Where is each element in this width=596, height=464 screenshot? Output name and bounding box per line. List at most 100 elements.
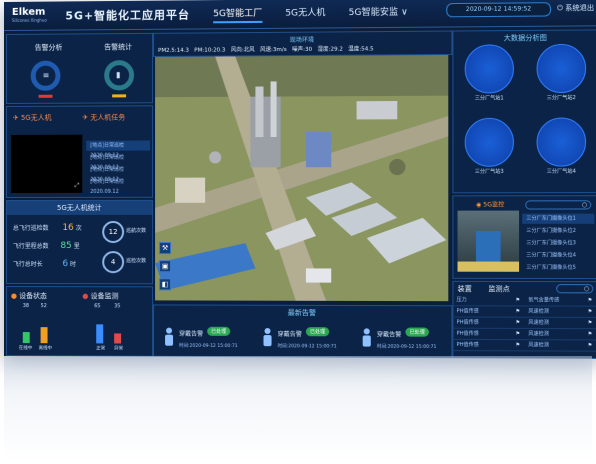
alarm-title: 最新告警 — [287, 308, 317, 318]
camera-item[interactable]: 三分厂东门摄像头位4 — [522, 250, 594, 260]
nav-safety[interactable]: 5G智能安监 ∨ — [349, 7, 408, 18]
task-item[interactable]: [地点]日常巡检2020.09.12 — [86, 177, 150, 195]
top-header: Elkem Silicones Xinghuo 5G+智能化工应用平台 5G智能… — [4, 0, 596, 32]
alarm-stats-panel: 告警分析 告警统计 ≡ ▮ — [5, 32, 154, 104]
point-label: 风速检测 — [528, 342, 549, 349]
alarm-analysis-title: 告警分析 — [34, 43, 63, 52]
logo-text: Elkem — [11, 6, 46, 18]
yellow-legend — [112, 94, 127, 98]
point-item[interactable]: PH值传感 ⚑ — [452, 339, 525, 352]
alarm-count-title: 告警统计 — [104, 43, 133, 52]
stat-label: 飞行里程总数 — [12, 243, 49, 251]
point-item[interactable]: 氧气含量传感 ⚑ — [524, 295, 596, 307]
point-item[interactable]: 风速检测 ⚑ — [524, 340, 596, 352]
point-item[interactable]: PH值传感 ⚑ — [452, 306, 525, 318]
point-search[interactable]: ○ — [556, 284, 594, 294]
device-status-title: ● 设备状态 — [11, 291, 47, 301]
radar-chart[interactable]: 三分厂气站1 — [464, 44, 514, 102]
task-item[interactable]: [地点]日常巡检2020.09.12 — [86, 165, 150, 183]
radar-chart[interactable]: 三分厂气站3 — [464, 117, 514, 175]
drone-header: ✈ 5G无人机 — [12, 113, 52, 122]
camera-tool-icon[interactable]: ▣ — [159, 260, 172, 273]
status-value-online: 38 — [22, 303, 30, 310]
alarm-type: 穿戴告警 — [277, 331, 302, 339]
point-item[interactable]: 风速检测 ⚑ — [524, 306, 596, 318]
point-item[interactable]: PH值传感 ⚑ — [452, 328, 525, 341]
alarm-status: 已处理 — [405, 327, 429, 337]
list-icon: ≡ — [42, 70, 50, 80]
drone-panel: ✈ 5G无人机 ✈ 无人机任务 ⤢ [地点]日常巡检2020.09.12 [地点… — [5, 105, 154, 198]
wrench-icon[interactable]: ⚒ — [159, 242, 172, 255]
camera-item[interactable]: 三分厂东门摄像头位3 — [522, 238, 594, 248]
drone-header-label: 5G无人机 — [20, 113, 52, 122]
stat-value: 6 — [62, 259, 69, 270]
point-item[interactable]: 压力 ⚑ — [452, 295, 525, 307]
env-reading: PM2.5:14.3 — [158, 47, 190, 54]
camera-search[interactable]: ○ — [525, 200, 592, 210]
point-label: PH值传感 — [456, 341, 479, 349]
monitor-value-abnormal: 35 — [114, 303, 121, 310]
pin-icon: ⚑ — [587, 331, 593, 338]
stat-value: 85 — [60, 241, 72, 252]
bigdata-title: 大数据分析图 — [503, 33, 547, 43]
search-icon: ○ — [581, 201, 588, 209]
alarm-count-gauge[interactable]: ▮ — [104, 60, 135, 91]
task-header-label: 无人机任务 — [90, 113, 126, 122]
red-legend — [38, 94, 53, 98]
camera-item[interactable]: 三分厂东门摄像头位2 — [522, 226, 594, 236]
logout-button[interactable]: ⏻ 系统退出 — [557, 3, 594, 14]
camera-item[interactable]: 三分厂东门摄像头位1 — [522, 213, 595, 224]
env-reading: 噪声:30 — [291, 46, 313, 53]
alarm-time: 时间:2020-09-12 15:00:71 — [277, 344, 337, 350]
cruise-count-label: 巡航次数 — [126, 227, 147, 235]
camera-title: ◉ 5G监控 — [475, 201, 505, 209]
camera-item[interactable]: 三分厂东门摄像头位5 — [522, 263, 594, 273]
logo-subtext: Silicones Xinghuo — [11, 17, 47, 23]
drone-video[interactable]: ⤢ — [10, 134, 83, 193]
alarm-card[interactable]: 穿戴告警 已处理 时间:2020-09-12 15:00:71 — [159, 325, 249, 356]
layer-icon[interactable]: ◧ — [159, 278, 172, 291]
stat-unit: 时 — [69, 261, 76, 269]
point-label: PH值传感 — [456, 330, 479, 337]
device-monitor-title: ● 设备监测 — [82, 291, 118, 301]
factory-3d-map[interactable] — [155, 54, 449, 302]
radar-chart[interactable]: 三分厂气站4 — [536, 117, 587, 175]
worker-icon — [261, 327, 273, 347]
status-value-offline: 52 — [40, 303, 47, 310]
alarm-card[interactable]: 穿戴告警 已处理 时间:2020-09-12 15:00:71 — [257, 325, 348, 356]
status-label-offline: 离线中 — [38, 346, 53, 352]
status-chart — [17, 313, 57, 344]
dashboard-screen: Elkem Silicones Xinghuo 5G+智能化工应用平台 5G智能… — [4, 0, 596, 359]
radar-chart[interactable]: 三分厂气站2 — [536, 43, 587, 101]
task-item[interactable]: [地点]日常巡检2020.09.12 — [86, 140, 151, 159]
env-reading: PM:10:20.3 — [194, 47, 226, 54]
point-item[interactable]: PH值传感 ⚑ — [452, 317, 525, 329]
alarm-card[interactable]: 穿戴告警 已处理 时间:2020-09-12 15:00:71 — [357, 325, 449, 356]
camera-feed[interactable] — [457, 210, 520, 272]
pin-icon: ⚑ — [587, 342, 593, 349]
fullscreen-icon[interactable]: ⤢ — [75, 182, 80, 190]
device-monitor-label: 设备监测 — [90, 292, 119, 301]
tab-device[interactable]: 装置 — [458, 284, 472, 294]
pin-icon: ⚑ — [587, 308, 593, 315]
tab-monitor-point[interactable]: 监测点 — [488, 284, 510, 294]
app-title: 5G+智能化工应用平台 — [65, 8, 191, 23]
factory-scene — [155, 54, 449, 302]
pin-icon: ● — [82, 292, 89, 301]
alarm-analysis-gauge[interactable]: ≡ — [30, 60, 61, 91]
search-icon: ○ — [583, 285, 590, 293]
radar-label: 三分厂气站1 — [474, 95, 504, 102]
task-item[interactable]: [地点]日常巡检2020.09.12 — [86, 153, 150, 171]
camera-door — [475, 230, 501, 262]
point-item[interactable]: 风速检测 ⚑ — [524, 317, 596, 330]
logout-label: 系统退出 — [565, 3, 595, 13]
device-status-label: 设备状态 — [19, 292, 47, 301]
stat-unit: 次 — [75, 224, 82, 232]
env-reading: 湿度:29.2 — [317, 46, 343, 53]
stat-label: 飞行总时长 — [12, 261, 43, 269]
point-item[interactable]: 风速检测 ⚑ — [524, 328, 596, 341]
nav-smart-factory[interactable]: 5G智能工厂 — [213, 8, 263, 24]
nav-drone[interactable]: 5G无人机 — [285, 8, 325, 18]
pin-icon: ⚑ — [515, 297, 521, 304]
chart-icon: ▮ — [116, 70, 121, 80]
